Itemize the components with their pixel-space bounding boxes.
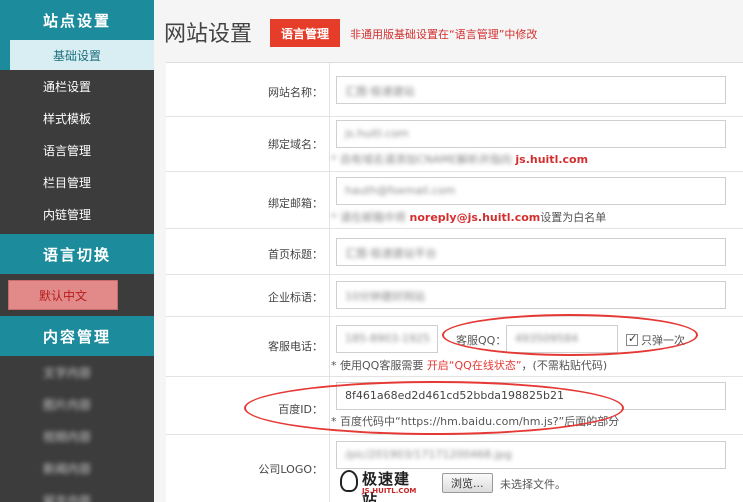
watermark-icon — [340, 470, 358, 492]
sidebar-item-inner-link-management[interactable]: 内链管理 — [0, 198, 154, 230]
watermark-text: 极速建站 — [362, 470, 411, 502]
language-default-chinese-button[interactable]: 默认中文 — [8, 280, 118, 310]
qq-hint: * 使用QQ客服需要 开启“QQ在线状态”，(不需粘贴代码) — [331, 359, 608, 372]
sidebar-item-basic-settings[interactable]: 基础设置 — [0, 40, 154, 70]
slogan-input[interactable]: 10分钟建好网站 — [336, 281, 726, 309]
baidu-id-input[interactable]: 8f461a68ed2d461cd52bbda198825b21 — [336, 382, 726, 410]
row-domain: 绑定域名： js.huitl.com * 自有域名请添加CNAME解析并指向 j… — [166, 117, 743, 172]
row-slogan: 企业标语： 10分钟建好网站 — [166, 275, 743, 317]
company-logo-input[interactable]: /pic/201903/17171200468.jpg — [336, 441, 726, 469]
baidu-id-label: 百度ID： — [166, 377, 330, 434]
sidebar-item-style-template[interactable]: 样式模板 — [0, 102, 154, 134]
file-status: 未选择文件。 — [500, 478, 566, 491]
service-phone-label: 客服电话： — [166, 317, 330, 376]
email-hint: * 请在邮箱中将 noreply@js.huitl.com设置为白名单 — [331, 211, 607, 224]
language-management-button[interactable]: 语言管理 — [270, 19, 340, 47]
watermark-logo: 极速建站 JS.HUITL.COM — [340, 468, 424, 502]
email-label: 绑定邮箱： — [166, 172, 330, 228]
site-name-label: 网站名称： — [166, 63, 330, 116]
sidebar-section-site-settings: 站点设置 — [0, 0, 154, 40]
sidebar-item-banner-settings[interactable]: 通栏设置 — [0, 70, 154, 102]
language-note: 非通用版基础设置在“语言管理”中修改 — [350, 28, 538, 41]
baidu-id-hint: * 百度代码中“https://hm.baidu.com/hm.js?”后面的部… — [331, 415, 620, 428]
service-phone-input[interactable]: 185-8903-1925 — [336, 325, 438, 353]
sidebar-item-column-management[interactable]: 栏目管理 — [0, 166, 154, 198]
settings-form: 网站名称： 汇图·极速建站 绑定域名： js.huitl.com * 自有域名请… — [166, 62, 743, 502]
row-home-title: 首页标题： 汇图·极速建站平台 — [166, 229, 743, 275]
sidebar-item-content-4[interactable]: 新闻内容 — [0, 452, 154, 484]
sidebar-section-content-management: 内容管理 — [0, 316, 154, 356]
sidebar-item-content-5[interactable]: 留言内容 — [0, 484, 154, 502]
company-logo-label: 公司LOGO： — [166, 435, 330, 502]
qq-input[interactable]: 493509584 — [506, 325, 618, 353]
popup-once-checkbox[interactable] — [626, 332, 638, 346]
domain-input[interactable]: js.huitl.com — [336, 120, 726, 148]
sidebar-item-content-3[interactable]: 视频内容 — [0, 420, 154, 452]
home-title-input[interactable]: 汇图·极速建站平台 — [336, 238, 726, 266]
watermark-url: JS.HUITL.COM — [362, 487, 417, 495]
domain-label: 绑定域名： — [166, 117, 330, 171]
sidebar-item-language-management[interactable]: 语言管理 — [0, 134, 154, 166]
sidebar-section-language-switch: 语言切换 — [0, 234, 154, 274]
row-service-phone: 客服电话： 185-8903-1925 客服QQ： 493509584 只弹一次… — [166, 317, 743, 377]
popup-once-toggle[interactable]: 只弹一次 — [626, 332, 685, 348]
sidebar-item-content-1[interactable]: 文字内容 — [0, 356, 154, 388]
page-title: 网站设置 — [164, 22, 253, 47]
sidebar: 站点设置 基础设置 通栏设置 样式模板 语言管理 栏目管理 内链管理 语言切换 … — [0, 0, 154, 502]
header: 网站设置 语言管理 非通用版基础设置在“语言管理”中修改 — [154, 0, 743, 62]
row-baidu-id: 百度ID： 8f461a68ed2d461cd52bbda198825b21 *… — [166, 377, 743, 435]
row-company-logo: 公司LOGO： /pic/201903/17171200468.jpg 浏览..… — [166, 435, 743, 502]
browse-button[interactable]: 浏览... — [442, 473, 493, 493]
email-input[interactable]: hauth@foxmail.com — [336, 177, 726, 205]
slogan-label: 企业标语： — [166, 275, 330, 316]
row-site-name: 网站名称： 汇图·极速建站 — [166, 63, 743, 117]
qq-label: 客服QQ： — [456, 334, 507, 347]
site-name-input[interactable]: 汇图·极速建站 — [336, 76, 726, 104]
row-email: 绑定邮箱： hauth@foxmail.com * 请在邮箱中将 noreply… — [166, 172, 743, 229]
domain-hint: * 自有域名请添加CNAME解析并指向 js.huitl.com — [331, 153, 589, 166]
main-panel: 网站设置 语言管理 非通用版基础设置在“语言管理”中修改 网站名称： 汇图·极速… — [154, 0, 743, 502]
sidebar-item-content-2[interactable]: 图片内容 — [0, 388, 154, 420]
home-title-label: 首页标题： — [166, 229, 330, 274]
